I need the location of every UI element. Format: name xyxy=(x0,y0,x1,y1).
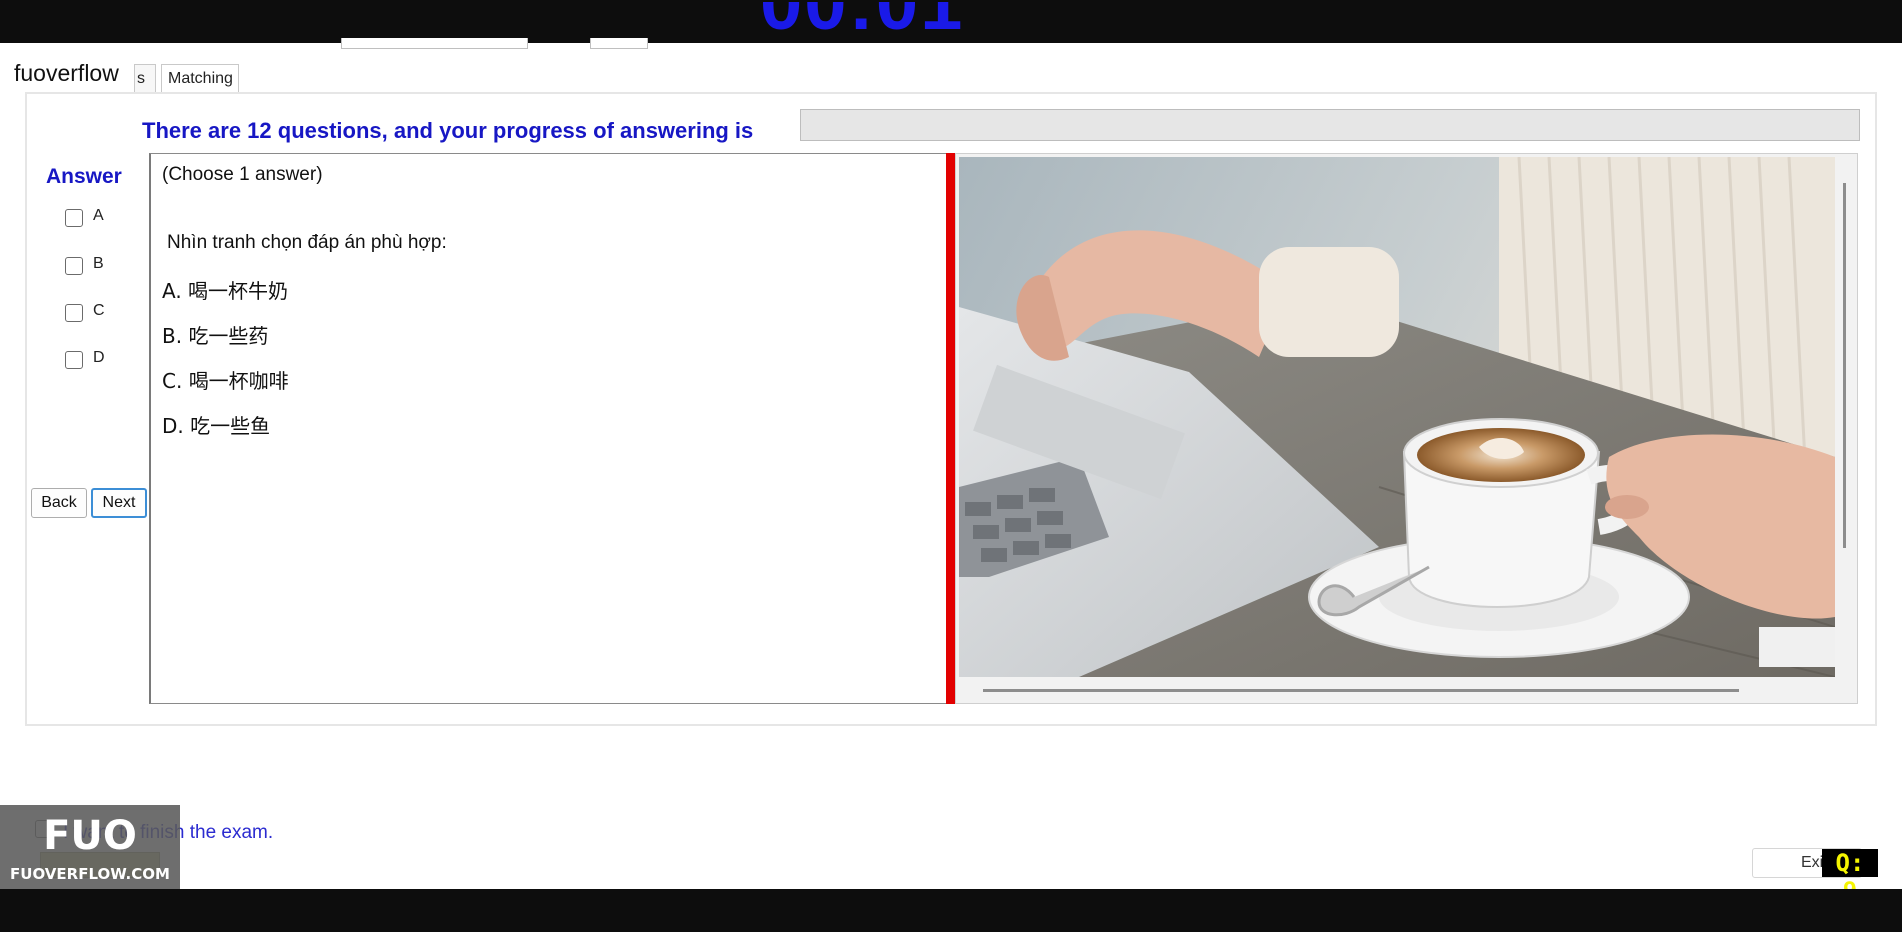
tab-multiple-choices[interactable]: s xyxy=(134,64,156,92)
choice-letter: C. xyxy=(162,369,183,393)
choice-letter: B. xyxy=(162,324,183,348)
question-choice-b: B. 吃一些药 xyxy=(162,320,268,349)
choice-text: 吃一些鱼 xyxy=(190,414,271,438)
watermark-text: fuoverflow xyxy=(10,60,123,87)
image-horizontal-scrollbar[interactable] xyxy=(983,689,1739,692)
option-label-c: C xyxy=(93,302,105,319)
checkbox-a[interactable] xyxy=(65,209,83,227)
option-label-a: A xyxy=(93,207,104,224)
fuo-logo: FUO FUOVERFLOW.COM xyxy=(0,805,180,889)
question-box: (Choose 1 answer) Nhìn tranh chọn đáp án… xyxy=(149,153,949,704)
choice-letter: D. xyxy=(162,414,184,438)
choice-text: 喝一杯咖啡 xyxy=(188,369,289,393)
option-label-d: D xyxy=(93,349,105,366)
bottom-black-bar xyxy=(0,889,1902,932)
fuo-logo-graphic: FUO FUOVERFLOW.COM xyxy=(10,813,170,883)
choice-letter: A. xyxy=(162,279,182,303)
answer-title: Answer xyxy=(46,165,122,188)
next-button[interactable]: Next xyxy=(91,488,147,518)
question-choice-c: C. 喝一杯咖啡 xyxy=(162,365,289,394)
checkbox-c[interactable] xyxy=(65,304,83,322)
checkbox-d[interactable] xyxy=(65,351,83,369)
hidden-field[interactable] xyxy=(590,38,648,49)
hidden-dropdown[interactable] xyxy=(341,38,528,49)
checkbox-b[interactable] xyxy=(65,257,83,275)
back-button[interactable]: Back xyxy=(31,488,87,518)
tab-matching[interactable]: Matching xyxy=(161,64,239,92)
option-label-b: B xyxy=(93,255,104,272)
question-photo xyxy=(959,157,1835,677)
exam-timer: 00:01 xyxy=(760,2,980,43)
question-prompt: Nhìn tranh chọn đáp án phù hợp: xyxy=(167,232,447,253)
logo-main-text: FUO xyxy=(43,813,137,859)
image-vertical-scrollbar[interactable] xyxy=(1843,183,1846,548)
question-image-frame xyxy=(955,153,1858,704)
choice-text: 喝一杯牛奶 xyxy=(188,279,289,303)
question-choice-d: D. 吃一些鱼 xyxy=(162,410,270,439)
logo-sub-text: FUOVERFLOW.COM xyxy=(10,865,170,883)
progress-label: There are 12 questions, and your progres… xyxy=(142,118,754,143)
question-counter: Q: 9 xyxy=(1822,849,1878,905)
panel-splitter[interactable] xyxy=(946,153,955,704)
question-instruction: (Choose 1 answer) xyxy=(162,164,323,185)
choice-text: 吃一些药 xyxy=(188,324,269,348)
question-choice-a: A. 喝一杯牛奶 xyxy=(162,275,288,304)
progress-bar xyxy=(800,109,1860,141)
